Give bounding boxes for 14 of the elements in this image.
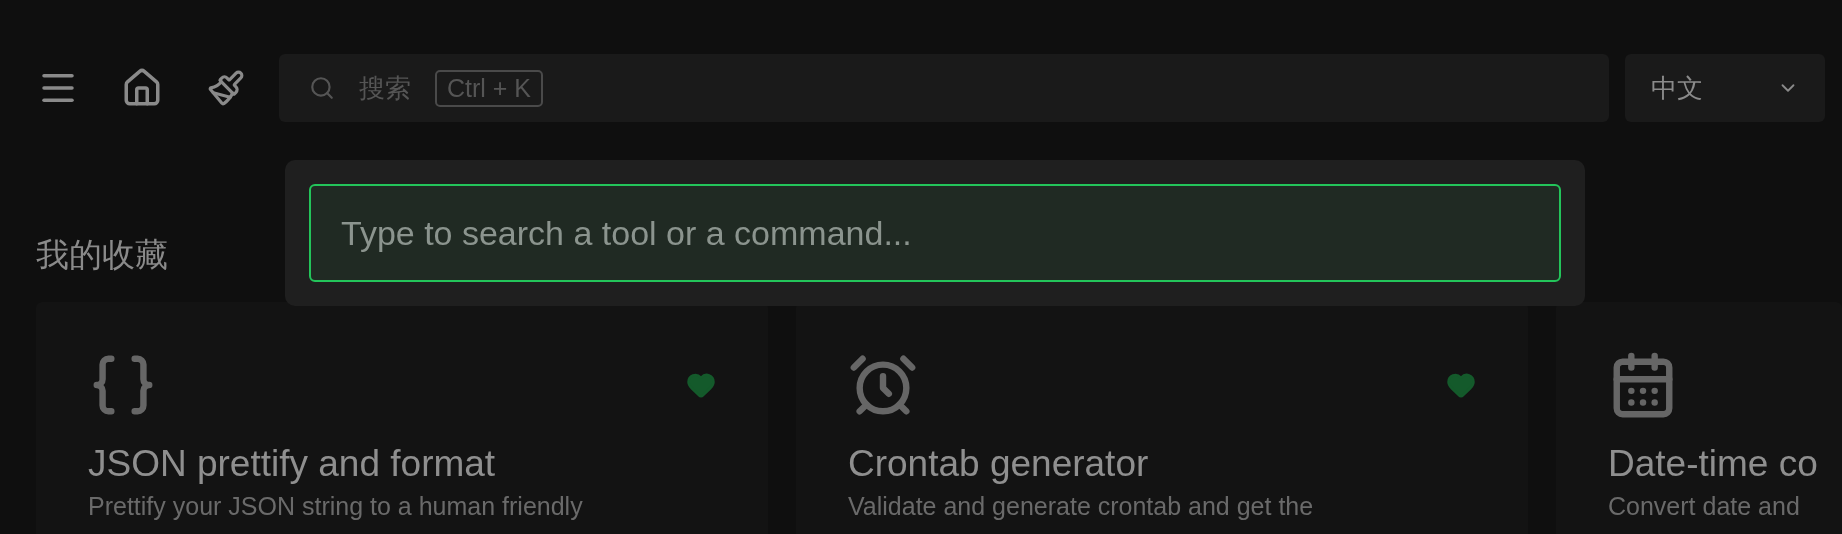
tool-description: Convert date and (1608, 491, 1800, 521)
tool-name: JSON prettify and format (88, 442, 496, 485)
tool-description: Validate and generate crontab and get the (848, 491, 1314, 521)
search-icon (309, 75, 335, 101)
tool-card[interactable]: JSON prettify and format Prettify your JSON string to a human friendly (36, 302, 768, 534)
language-select[interactable]: 中文 (1625, 54, 1825, 122)
tool-name: Crontab generator (848, 442, 1149, 485)
search-placeholder: 搜索 (359, 71, 411, 105)
tool-name: Date-time co (1608, 442, 1818, 485)
tool-card[interactable]: Date-time co Convert date and (1556, 302, 1842, 534)
section-title: 我的收藏 (36, 236, 168, 274)
tool-description: Prettify your JSON string to a human friendly (88, 491, 583, 521)
shortcut-key: Ctrl + K (435, 69, 544, 107)
command-input[interactable]: Type to search a tool or a command... (309, 184, 1561, 282)
